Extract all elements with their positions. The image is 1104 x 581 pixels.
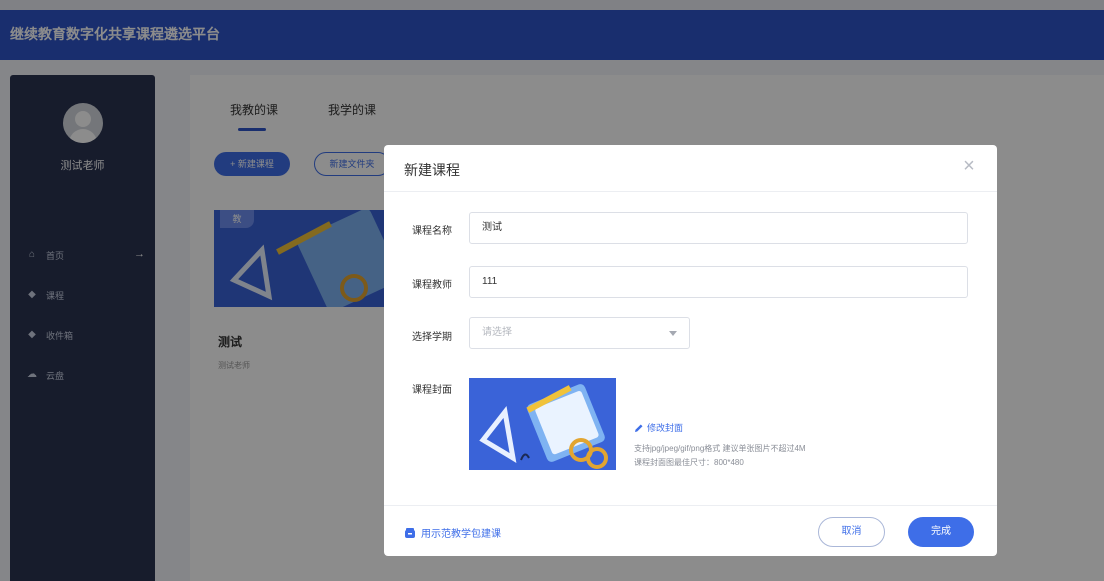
dialog-title: 新建课程 (404, 162, 460, 178)
course-name-label: 课程名称 (412, 226, 452, 237)
course-teacher-input[interactable]: 111 (469, 266, 968, 298)
new-course-dialog: 新建课程 × 课程名称 测试 课程教师 111 选择学期 请选择 课程封面 修改… (384, 145, 997, 556)
done-button[interactable]: 完成 (908, 517, 974, 547)
cover-format-hint: 支持jpg/jpeg/gif/png格式 建议单张图片不超过4M (634, 444, 806, 453)
demo-package-label: 用示范教学包建课 (421, 529, 501, 540)
demo-package-link[interactable]: 用示范教学包建课 (404, 525, 501, 540)
caret-down-icon (669, 331, 677, 336)
pencil-icon (635, 424, 643, 432)
cancel-button[interactable]: 取消 (818, 517, 885, 547)
course-name-input[interactable]: 测试 (469, 212, 968, 244)
close-icon[interactable]: × (959, 156, 979, 176)
cover-image (469, 378, 616, 470)
course-teacher-label: 课程教师 (412, 280, 452, 291)
dialog-footer: 用示范教学包建课 取消 完成 (384, 505, 997, 556)
term-select[interactable]: 请选择 (469, 317, 690, 349)
dialog-header: 新建课程 × (384, 145, 997, 192)
edit-cover-label: 修改封面 (647, 423, 684, 433)
cover-size-hint: 课程封面图最佳尺寸：800*480 (634, 458, 744, 467)
edit-cover-link[interactable]: 修改封面 (634, 421, 683, 434)
package-icon (405, 527, 415, 538)
term-select-placeholder: 请选择 (482, 327, 512, 338)
cover-label: 课程封面 (412, 385, 452, 396)
term-label: 选择学期 (412, 332, 452, 343)
